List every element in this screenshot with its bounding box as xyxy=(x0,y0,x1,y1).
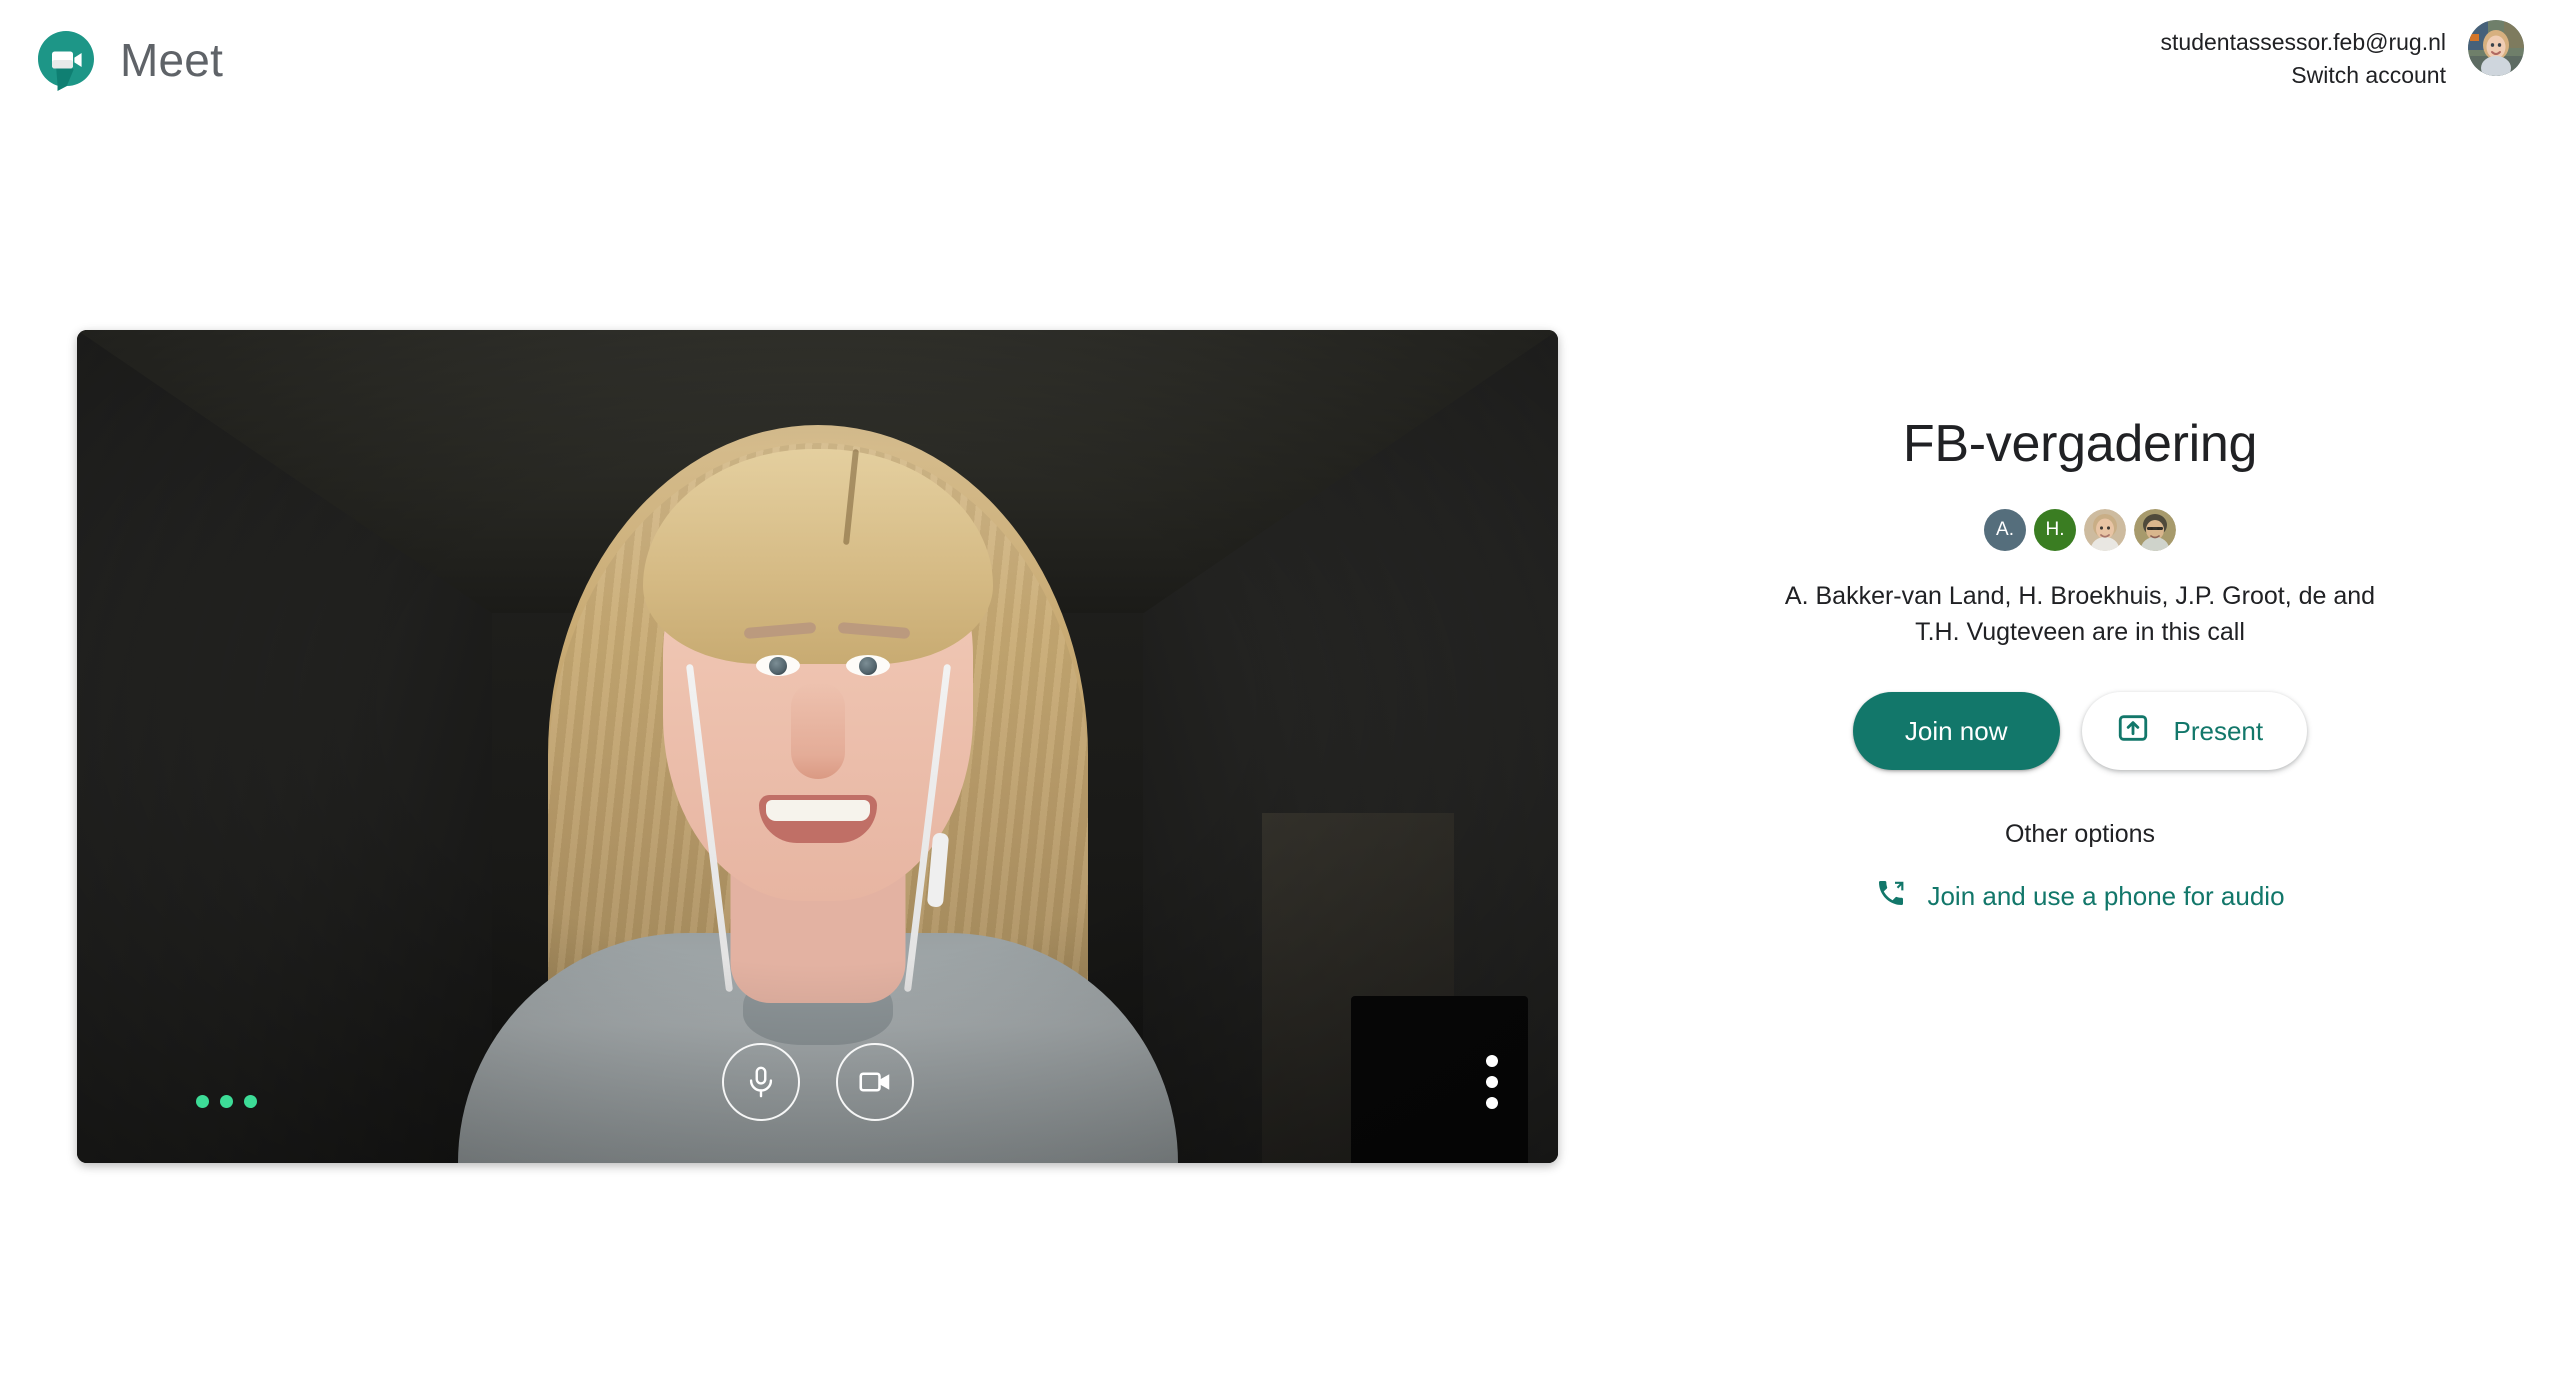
video-preview-frame xyxy=(77,330,1558,1163)
join-now-button[interactable]: Join now xyxy=(1852,692,2060,771)
other-options-label: Other options xyxy=(2004,820,2156,849)
account-text: studentassessor.feb@rug.nl Switch accoun… xyxy=(2161,20,2446,91)
page-title: FB-vergadering xyxy=(1902,415,2258,473)
participant-avatar[interactable] xyxy=(2134,509,2176,552)
participant-avatar[interactable]: A. xyxy=(1984,509,2026,552)
participant-avatar[interactable]: H. xyxy=(2034,509,2076,552)
account-area[interactable]: studentassessor.feb@rug.nl Switch accoun… xyxy=(2161,20,2524,91)
mic-level-dots-icon xyxy=(196,1095,257,1108)
participants-text: A. Bakker-van Land, H. Broekhuis, J.P. G… xyxy=(1784,582,2376,646)
camera-feed xyxy=(77,330,1558,1163)
join-actions: Join now Present xyxy=(1852,692,2308,771)
video-preview xyxy=(77,330,1558,1163)
camera-toggle-button[interactable] xyxy=(835,1043,914,1121)
join-panel: FB-vergadering A. H. A. Bakker-van Land,… xyxy=(1640,330,2520,916)
more-options-vertical-icon[interactable] xyxy=(1466,1043,1518,1121)
eye-right xyxy=(845,655,890,676)
participant-initials: A. xyxy=(1996,519,2014,541)
phone-forwarded-icon xyxy=(1875,877,1907,916)
present-button-label: Present xyxy=(2173,715,2264,746)
preview-controls xyxy=(721,1043,914,1121)
eye-left xyxy=(755,655,800,676)
brand: Meet xyxy=(34,28,223,92)
app-header: Meet studentassessor.feb@rug.nl Switch a… xyxy=(0,0,2560,118)
switch-account-link[interactable]: Switch account xyxy=(2161,59,2446,92)
nose xyxy=(790,683,845,779)
participant-avatar[interactable] xyxy=(2084,509,2126,552)
meet-video-bubble-icon xyxy=(34,28,98,92)
join-by-phone-label: Join and use a phone for audio xyxy=(1927,881,2285,912)
account-email: studentassessor.feb@rug.nl xyxy=(2160,29,2446,55)
app-name: Meet xyxy=(120,34,224,86)
join-by-phone-link[interactable]: Join and use a phone for audio xyxy=(1875,877,2285,916)
video-camera-icon xyxy=(857,1064,893,1100)
avatar[interactable] xyxy=(2468,20,2524,76)
participant-initials: H. xyxy=(2045,519,2065,541)
present-button[interactable]: Present xyxy=(2081,692,2308,771)
mouth xyxy=(758,795,877,843)
participant-avatars: A. H. xyxy=(1984,509,2176,552)
microphone-icon xyxy=(744,1065,778,1099)
microphone-toggle-button[interactable] xyxy=(721,1043,800,1121)
present-screen-icon xyxy=(2116,711,2150,752)
